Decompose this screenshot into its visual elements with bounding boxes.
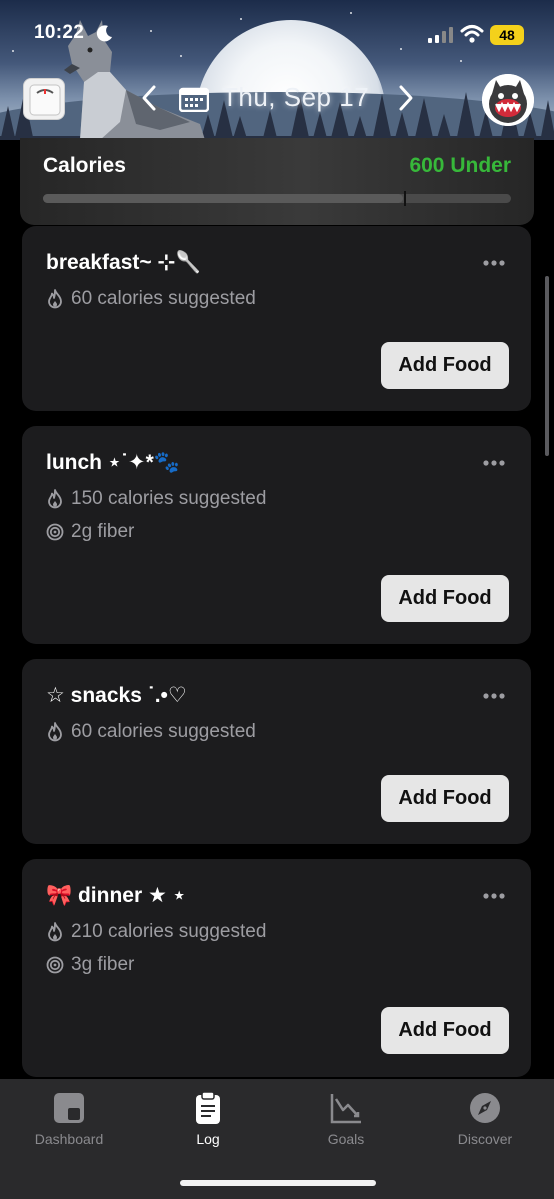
- meal-title: lunch ⋆˙✦*🐾: [46, 451, 180, 474]
- wifi-icon: [460, 25, 484, 43]
- date-navigator: Thu, Sep 17: [0, 78, 554, 118]
- tab-label: Dashboard: [34, 1131, 104, 1147]
- fiber-row: 3g fiber: [46, 953, 134, 977]
- meal-card-snacks: ☆ snacks ˙.•♡ 60 calories suggested Add …: [22, 659, 531, 844]
- tab-label: Log: [196, 1131, 220, 1147]
- calories-remaining-status: 600 Under: [409, 154, 511, 177]
- battery-indicator: 48: [490, 25, 524, 45]
- suggested-calories-text: 60 calories suggested: [71, 288, 256, 309]
- fiber-row: 2g fiber: [46, 520, 134, 544]
- fiber-text: 2g fiber: [71, 521, 135, 542]
- calories-progress-fill: [43, 194, 404, 203]
- status-time: 10:22: [34, 22, 85, 43]
- suggested-calories-text: 150 calories suggested: [71, 488, 267, 509]
- tab-dashboard[interactable]: Dashboard: [9, 1091, 129, 1151]
- tab-label: Discover: [457, 1131, 513, 1147]
- suggested-calories-row: 60 calories suggested: [46, 720, 256, 744]
- target-icon: [46, 523, 64, 541]
- tab-discover[interactable]: Discover: [425, 1091, 545, 1151]
- meal-card-breakfast: breakfast~ ⊹🥄 60 calories suggested Add …: [22, 226, 531, 411]
- tab-label: Goals: [327, 1131, 365, 1147]
- meal-card-lunch: lunch ⋆˙✦*🐾 150 calories suggested 2g fi…: [22, 426, 531, 644]
- header-banner: 10:22 48 Thu, Sep 17: [0, 0, 554, 140]
- meal-card-dinner: 🎀 dinner ★ ⋆ 210 calories suggested 3g f…: [22, 859, 531, 1077]
- more-options-icon[interactable]: [483, 693, 505, 699]
- flame-icon: [48, 289, 62, 309]
- tab-goals[interactable]: Goals: [286, 1091, 406, 1151]
- suggested-calories-row: 150 calories suggested: [46, 487, 266, 511]
- chevron-right-icon[interactable]: [396, 84, 416, 112]
- flame-icon: [48, 489, 62, 509]
- screen: 10:22 48 Thu, Sep 17 Calories 600 Under …: [0, 0, 554, 1199]
- flame-icon: [48, 922, 62, 942]
- meal-title: 🎀 dinner ★ ⋆: [46, 884, 186, 907]
- chart-icon: [330, 1094, 361, 1124]
- more-options-icon[interactable]: [483, 460, 505, 466]
- add-food-button[interactable]: Add Food: [381, 775, 509, 822]
- add-food-button[interactable]: Add Food: [381, 342, 509, 389]
- do-not-disturb-moon-icon: [96, 25, 112, 42]
- suggested-calories-text: 60 calories suggested: [71, 721, 256, 742]
- target-icon: [46, 956, 64, 974]
- calendar-icon[interactable]: [179, 86, 209, 112]
- meal-title: ☆ snacks ˙.•♡: [46, 684, 187, 707]
- fiber-text: 3g fiber: [71, 954, 135, 975]
- clipboard-icon: [196, 1091, 220, 1124]
- compass-icon: [470, 1093, 500, 1123]
- suggested-calories-row: 210 calories suggested: [46, 920, 266, 944]
- suggested-calories-row: 60 calories suggested: [46, 287, 256, 311]
- more-options-icon[interactable]: [483, 893, 505, 899]
- add-food-button[interactable]: Add Food: [381, 1007, 509, 1054]
- calories-summary-card[interactable]: Calories 600 Under: [20, 138, 534, 225]
- dashboard-icon: [54, 1093, 84, 1123]
- add-food-button[interactable]: Add Food: [381, 575, 509, 622]
- tab-log[interactable]: Log: [148, 1091, 268, 1151]
- cellular-signal-icon: [428, 27, 453, 43]
- scrollbar-thumb[interactable]: [545, 276, 549, 456]
- meal-title: breakfast~ ⊹🥄: [46, 251, 202, 274]
- more-options-icon[interactable]: [483, 260, 505, 266]
- calories-progress-marker: [404, 191, 407, 206]
- chevron-left-icon[interactable]: [139, 84, 159, 112]
- profile-avatar[interactable]: [482, 74, 534, 126]
- suggested-calories-text: 210 calories suggested: [71, 921, 267, 942]
- home-indicator[interactable]: [180, 1180, 376, 1186]
- flame-icon: [48, 722, 62, 742]
- date-label[interactable]: Thu, Sep 17: [222, 82, 369, 113]
- calories-progress-bar: [43, 191, 511, 206]
- calories-title: Calories: [43, 154, 126, 177]
